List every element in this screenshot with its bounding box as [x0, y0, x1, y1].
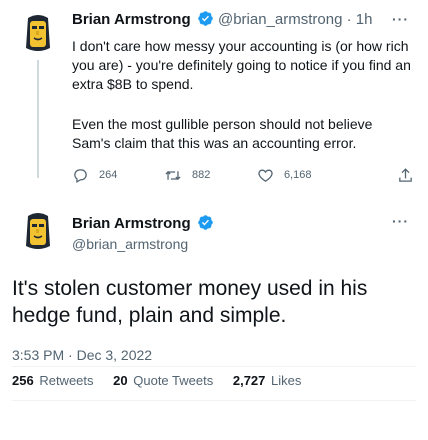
retweet-count: 882 — [192, 169, 211, 181]
more-dots-icon[interactable]: ··· — [392, 11, 409, 27]
likes-stat[interactable]: 2,727 Likes — [233, 372, 302, 390]
like-count: 6,168 — [284, 169, 312, 181]
quote-tweets-count: 20 — [113, 373, 128, 388]
verified-badge-icon — [197, 10, 214, 33]
display-name[interactable]: Brian Armstrong — [72, 215, 191, 232]
reply-icon — [74, 168, 87, 183]
retweets-stat[interactable]: 256 Retweets — [12, 372, 94, 390]
user-handle[interactable]: @brian_armstrong — [218, 11, 342, 28]
reply-tweet-paragraph-1: I don't care how messy your accounting i… — [72, 38, 411, 92]
reply-tweet-paragraph-2: Even the most gullible person should not… — [72, 116, 373, 151]
likes-label: Likes — [271, 373, 302, 388]
main-tweet-handle[interactable]: @brian_armstrong — [72, 234, 188, 254]
engagement-stats: 256 Retweets 20 Quote Tweets 2,727 Likes — [12, 372, 317, 390]
divider — [12, 400, 416, 401]
share-button[interactable] — [397, 164, 414, 186]
like-button[interactable]: 6,168 — [257, 164, 312, 186]
verified-badge-icon — [197, 214, 214, 237]
heart-icon — [258, 169, 273, 182]
divider — [12, 366, 416, 367]
tweet-time[interactable]: 1h — [356, 11, 373, 28]
main-tweet-text: It's stolen customer money used in his h… — [12, 277, 368, 327]
reply-tweet-actions: 264 882 6,168 — [72, 164, 417, 188]
quote-tweets-label: Quote Tweets — [133, 373, 214, 388]
more-dots-icon[interactable]: ··· — [392, 213, 409, 229]
likes-count: 2,727 — [232, 373, 266, 388]
retweets-count: 256 — [12, 373, 34, 388]
thread-connector-line — [37, 60, 39, 178]
avatar-reply-tweet[interactable] — [14, 8, 62, 56]
avatar-portrait-icon — [14, 206, 62, 254]
avatar-main-tweet[interactable] — [14, 206, 62, 254]
display-name[interactable]: Brian Armstrong — [72, 11, 191, 28]
reply-count: 264 — [99, 169, 118, 181]
reply-button[interactable]: 264 — [72, 164, 117, 186]
main-tweet-timestamp[interactable]: 3:53 PM · Dec 3, 2022 — [12, 345, 152, 365]
avatar-portrait-icon — [14, 8, 62, 56]
quote-tweets-stat[interactable]: 20 Quote Tweets — [113, 372, 213, 390]
retweets-label: Retweets — [39, 373, 94, 388]
share-icon — [399, 167, 412, 182]
separator-dot: · — [346, 11, 352, 28]
reply-tweet-header: Brian Armstrong @brian_armstrong · 1h — [72, 10, 372, 33]
retweet-icon — [165, 170, 181, 180]
retweet-button[interactable]: 882 — [164, 164, 210, 186]
